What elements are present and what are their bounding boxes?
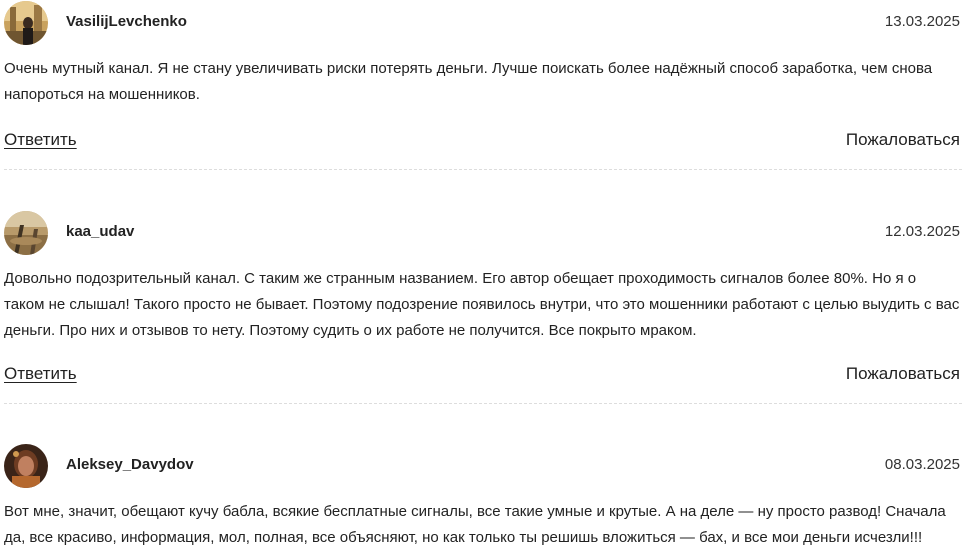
comment-author[interactable]: Aleksey_Davydov — [66, 456, 194, 473]
comment-actions: Ответить Пожаловаться — [0, 130, 966, 154]
comment-item: Aleksey_Davydov 08.03.2025 Вот мне, знач… — [0, 443, 966, 546]
report-link[interactable]: Пожаловаться — [846, 364, 960, 384]
comment-text: Довольно подозрительный канал. С таким ж… — [4, 270, 960, 339]
report-link[interactable]: Пожаловаться — [846, 130, 960, 150]
comment-date: 12.03.2025 — [884, 223, 960, 240]
comment-item: VasilijLevchenko 13.03.2025 Очень мутный… — [0, 0, 966, 170]
comment-date: 08.03.2025 — [884, 456, 960, 473]
comment-divider — [4, 169, 962, 170]
reply-link[interactable]: Ответить — [4, 130, 77, 150]
comment-actions: Ответить Пожаловаться — [0, 364, 966, 388]
comment-header: Aleksey_Davydov 08.03.2025 — [0, 443, 966, 489]
comment-header: kaa_udav 12.03.2025 — [0, 210, 966, 256]
comment-text: Вот мне, значит, обещают кучу бабла, вся… — [4, 503, 946, 546]
comment-item: kaa_udav 12.03.2025 Довольно подозритель… — [0, 210, 966, 404]
comment-date: 13.03.2025 — [884, 13, 960, 30]
comment-author[interactable]: VasilijLevchenko — [66, 13, 187, 30]
reply-link[interactable]: Ответить — [4, 364, 77, 384]
avatar[interactable] — [4, 1, 48, 45]
comment-divider — [4, 403, 962, 404]
comment-author[interactable]: kaa_udav — [66, 223, 134, 240]
comment-text: Очень мутный канал. Я не стану увеличива… — [4, 60, 933, 103]
avatar[interactable] — [4, 444, 48, 488]
comment-header: VasilijLevchenko 13.03.2025 — [0, 0, 966, 46]
avatar[interactable] — [4, 211, 48, 255]
